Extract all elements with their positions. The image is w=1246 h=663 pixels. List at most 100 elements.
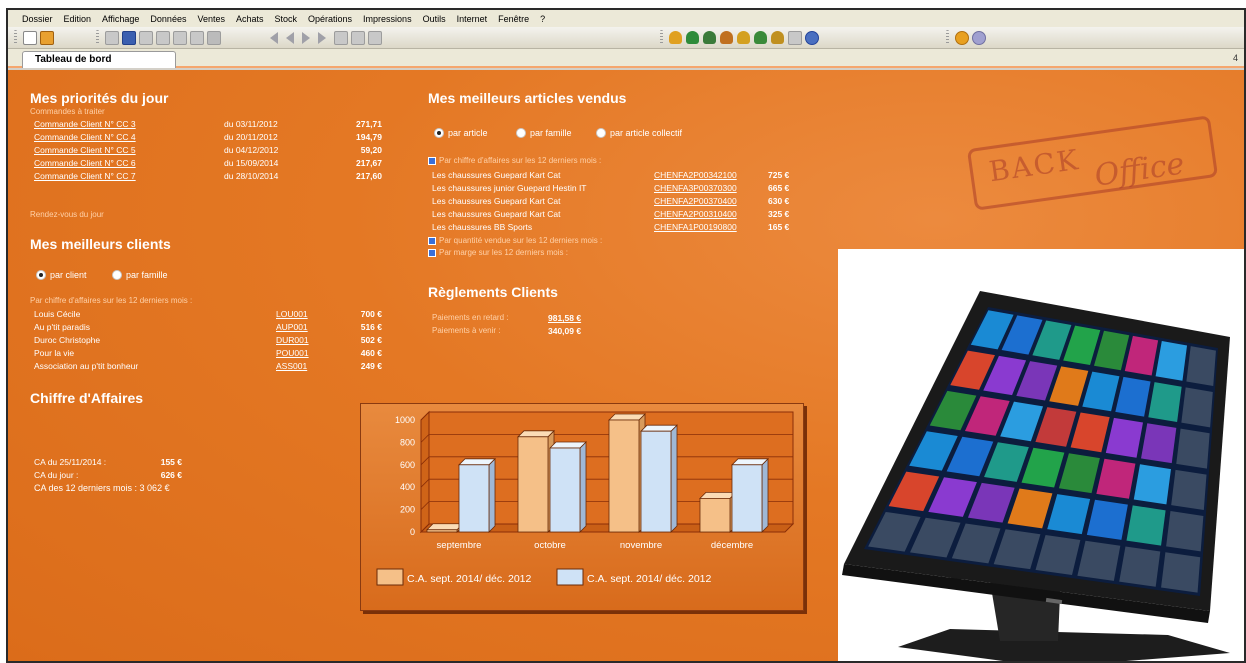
menu-stock[interactable]: Stock xyxy=(275,14,298,24)
radio-par-article[interactable]: par article xyxy=(434,128,488,138)
user-group-icon[interactable] xyxy=(771,31,784,44)
revenue-chart-svg: 1000 800 600 400 200 0 septembre octobre novembr… xyxy=(376,410,795,586)
revenue-chart: 1000 800 600 400 200 0 septembre octobre novembr… xyxy=(360,403,804,611)
light-icon[interactable] xyxy=(955,30,969,45)
client-name: Pour la vie xyxy=(34,348,75,358)
save-icon[interactable] xyxy=(122,30,136,45)
client-code-link[interactable]: DUR001 xyxy=(276,335,309,345)
team-icon[interactable] xyxy=(754,31,767,44)
best-articles-subtitle[interactable]: Par chiffre d'affaires sur les 12 dernie… xyxy=(428,156,601,165)
back-office-stamp: BACK Office xyxy=(966,115,1219,211)
priorities-title-part1: Mes priorités xyxy=(30,90,122,106)
client-code-link[interactable]: ASS001 xyxy=(276,361,307,371)
screen-tile xyxy=(1181,387,1213,428)
order-date: du 04/12/2012 xyxy=(224,145,279,155)
rdv-label: Rendez-vous du jour xyxy=(30,210,104,219)
tab-scroll-marker[interactable]: 4 xyxy=(1233,53,1238,63)
toolbar-grip-icon[interactable] xyxy=(14,30,17,45)
menu-edition[interactable]: Edition xyxy=(64,14,92,24)
order-link[interactable]: Commande Client N° CC 5 xyxy=(34,145,136,155)
by-margin-section[interactable]: Par marge sur les 12 derniers mois : xyxy=(428,248,568,257)
tab-tableau-de-bord[interactable]: Tableau de bord xyxy=(22,51,176,68)
article-code-link[interactable]: CHENFA1P00190800 xyxy=(654,222,737,232)
menu-dossier[interactable]: Dossier xyxy=(22,14,53,24)
best-clients-subtitle: Par chiffre d'affaires sur les 12 dernie… xyxy=(30,296,193,305)
expand-icon[interactable] xyxy=(428,248,436,257)
screen-tile xyxy=(1171,469,1207,510)
best-clients-title: Mes meilleurs clients xyxy=(30,236,171,252)
menu-impressions[interactable]: Impressions xyxy=(363,14,412,24)
order-link[interactable]: Commande Client N° CC 3 xyxy=(34,119,136,129)
order-amount: 194,79 xyxy=(356,132,382,142)
blank-page-icon[interactable] xyxy=(190,30,204,45)
menu-affichage[interactable]: Affichage xyxy=(102,14,139,24)
priorities-title-part2: du jour xyxy=(121,90,169,106)
bar xyxy=(458,464,490,533)
menu-operations[interactable]: Opérations xyxy=(308,14,352,24)
print-preview-icon[interactable] xyxy=(139,30,153,45)
bar xyxy=(426,529,458,533)
order-link[interactable]: Commande Client N° CC 6 xyxy=(34,158,136,168)
article-code-link[interactable]: CHENFA2P00342100 xyxy=(654,170,737,180)
menu-fenetre[interactable]: Fenêtre xyxy=(498,14,529,24)
next-record-icon[interactable] xyxy=(302,31,310,44)
first-record-icon[interactable] xyxy=(270,31,278,44)
late-payments-value[interactable]: 981,58 € xyxy=(548,313,581,323)
shield-icon[interactable] xyxy=(972,30,986,45)
order-date: du 03/11/2012 xyxy=(224,119,278,129)
main-frame: Dossier Edition Affichage Données Ventes… xyxy=(6,8,1246,663)
new-document-icon[interactable] xyxy=(23,30,37,45)
menu-ventes[interactable]: Ventes xyxy=(197,14,225,24)
radio-unchecked-icon xyxy=(516,128,526,138)
client-code-link[interactable]: POU001 xyxy=(276,348,309,358)
notes-icon[interactable] xyxy=(788,30,802,45)
radio-par-client[interactable]: par client xyxy=(36,270,87,280)
radio-par-article-collectif[interactable]: par article collectif xyxy=(596,128,682,138)
menu-achats[interactable]: Achats xyxy=(236,14,264,24)
article-name: Les chaussures Guepard Kart Cat xyxy=(432,170,561,180)
collapse-icon[interactable] xyxy=(428,156,436,165)
x-tick-label: novembre xyxy=(620,540,662,551)
toolbar-grip-icon[interactable] xyxy=(96,30,99,45)
by-quantity-section[interactable]: Par quantité vendue sur les 12 derniers … xyxy=(428,236,602,245)
toolbar-grip-icon[interactable] xyxy=(946,30,949,45)
article-name: Les chaussures junior Guepard Hestin IT xyxy=(432,183,587,193)
article-code-link[interactable]: CHENFA2P00370400 xyxy=(654,196,737,206)
bar-side xyxy=(488,457,496,533)
contacts-icon[interactable] xyxy=(703,31,716,44)
previous-record-icon[interactable] xyxy=(286,31,294,44)
calendar-icon[interactable] xyxy=(351,30,365,45)
priorities-subtitle: Commandes à traiter xyxy=(30,107,105,116)
delete-icon[interactable] xyxy=(207,30,221,45)
menu-internet[interactable]: Internet xyxy=(457,14,488,24)
expand-icon[interactable] xyxy=(428,236,436,245)
edit-icon[interactable] xyxy=(40,30,54,45)
radio-par-famille[interactable]: par famille xyxy=(112,270,168,280)
screen-tile xyxy=(1161,552,1201,593)
article-code-link[interactable]: CHENFA3P00370300 xyxy=(654,183,737,193)
client-icon[interactable] xyxy=(669,31,682,44)
printer-icon[interactable] xyxy=(334,30,348,45)
copy-icon[interactable] xyxy=(156,30,170,45)
supplier-icon[interactable] xyxy=(686,31,699,44)
menu-outils[interactable]: Outils xyxy=(423,14,446,24)
paste-icon[interactable] xyxy=(173,30,187,45)
radio-par-famille-articles[interactable]: par famille xyxy=(516,128,572,138)
representatives-icon[interactable] xyxy=(720,31,733,44)
menu-help[interactable]: ? xyxy=(540,14,545,24)
help-icon[interactable] xyxy=(805,30,819,45)
radio-par-article-label: par article xyxy=(448,128,488,138)
options-icon[interactable] xyxy=(368,30,382,45)
toolbar-grip-icon[interactable] xyxy=(660,30,663,45)
order-date: du 28/10/2014 xyxy=(224,171,279,181)
client-code-link[interactable]: LOU001 xyxy=(276,309,308,319)
bar xyxy=(608,419,640,533)
order-link[interactable]: Commande Client N° CC 7 xyxy=(34,171,136,181)
article-code-link[interactable]: CHENFA2P00310400 xyxy=(654,209,737,219)
menu-donnees[interactable]: Données xyxy=(150,14,186,24)
employee-icon[interactable] xyxy=(737,31,750,44)
client-code-link[interactable]: AUP001 xyxy=(276,322,308,332)
last-record-icon[interactable] xyxy=(318,31,326,44)
order-link[interactable]: Commande Client N° CC 4 xyxy=(34,132,136,142)
list-icon[interactable] xyxy=(105,30,119,45)
